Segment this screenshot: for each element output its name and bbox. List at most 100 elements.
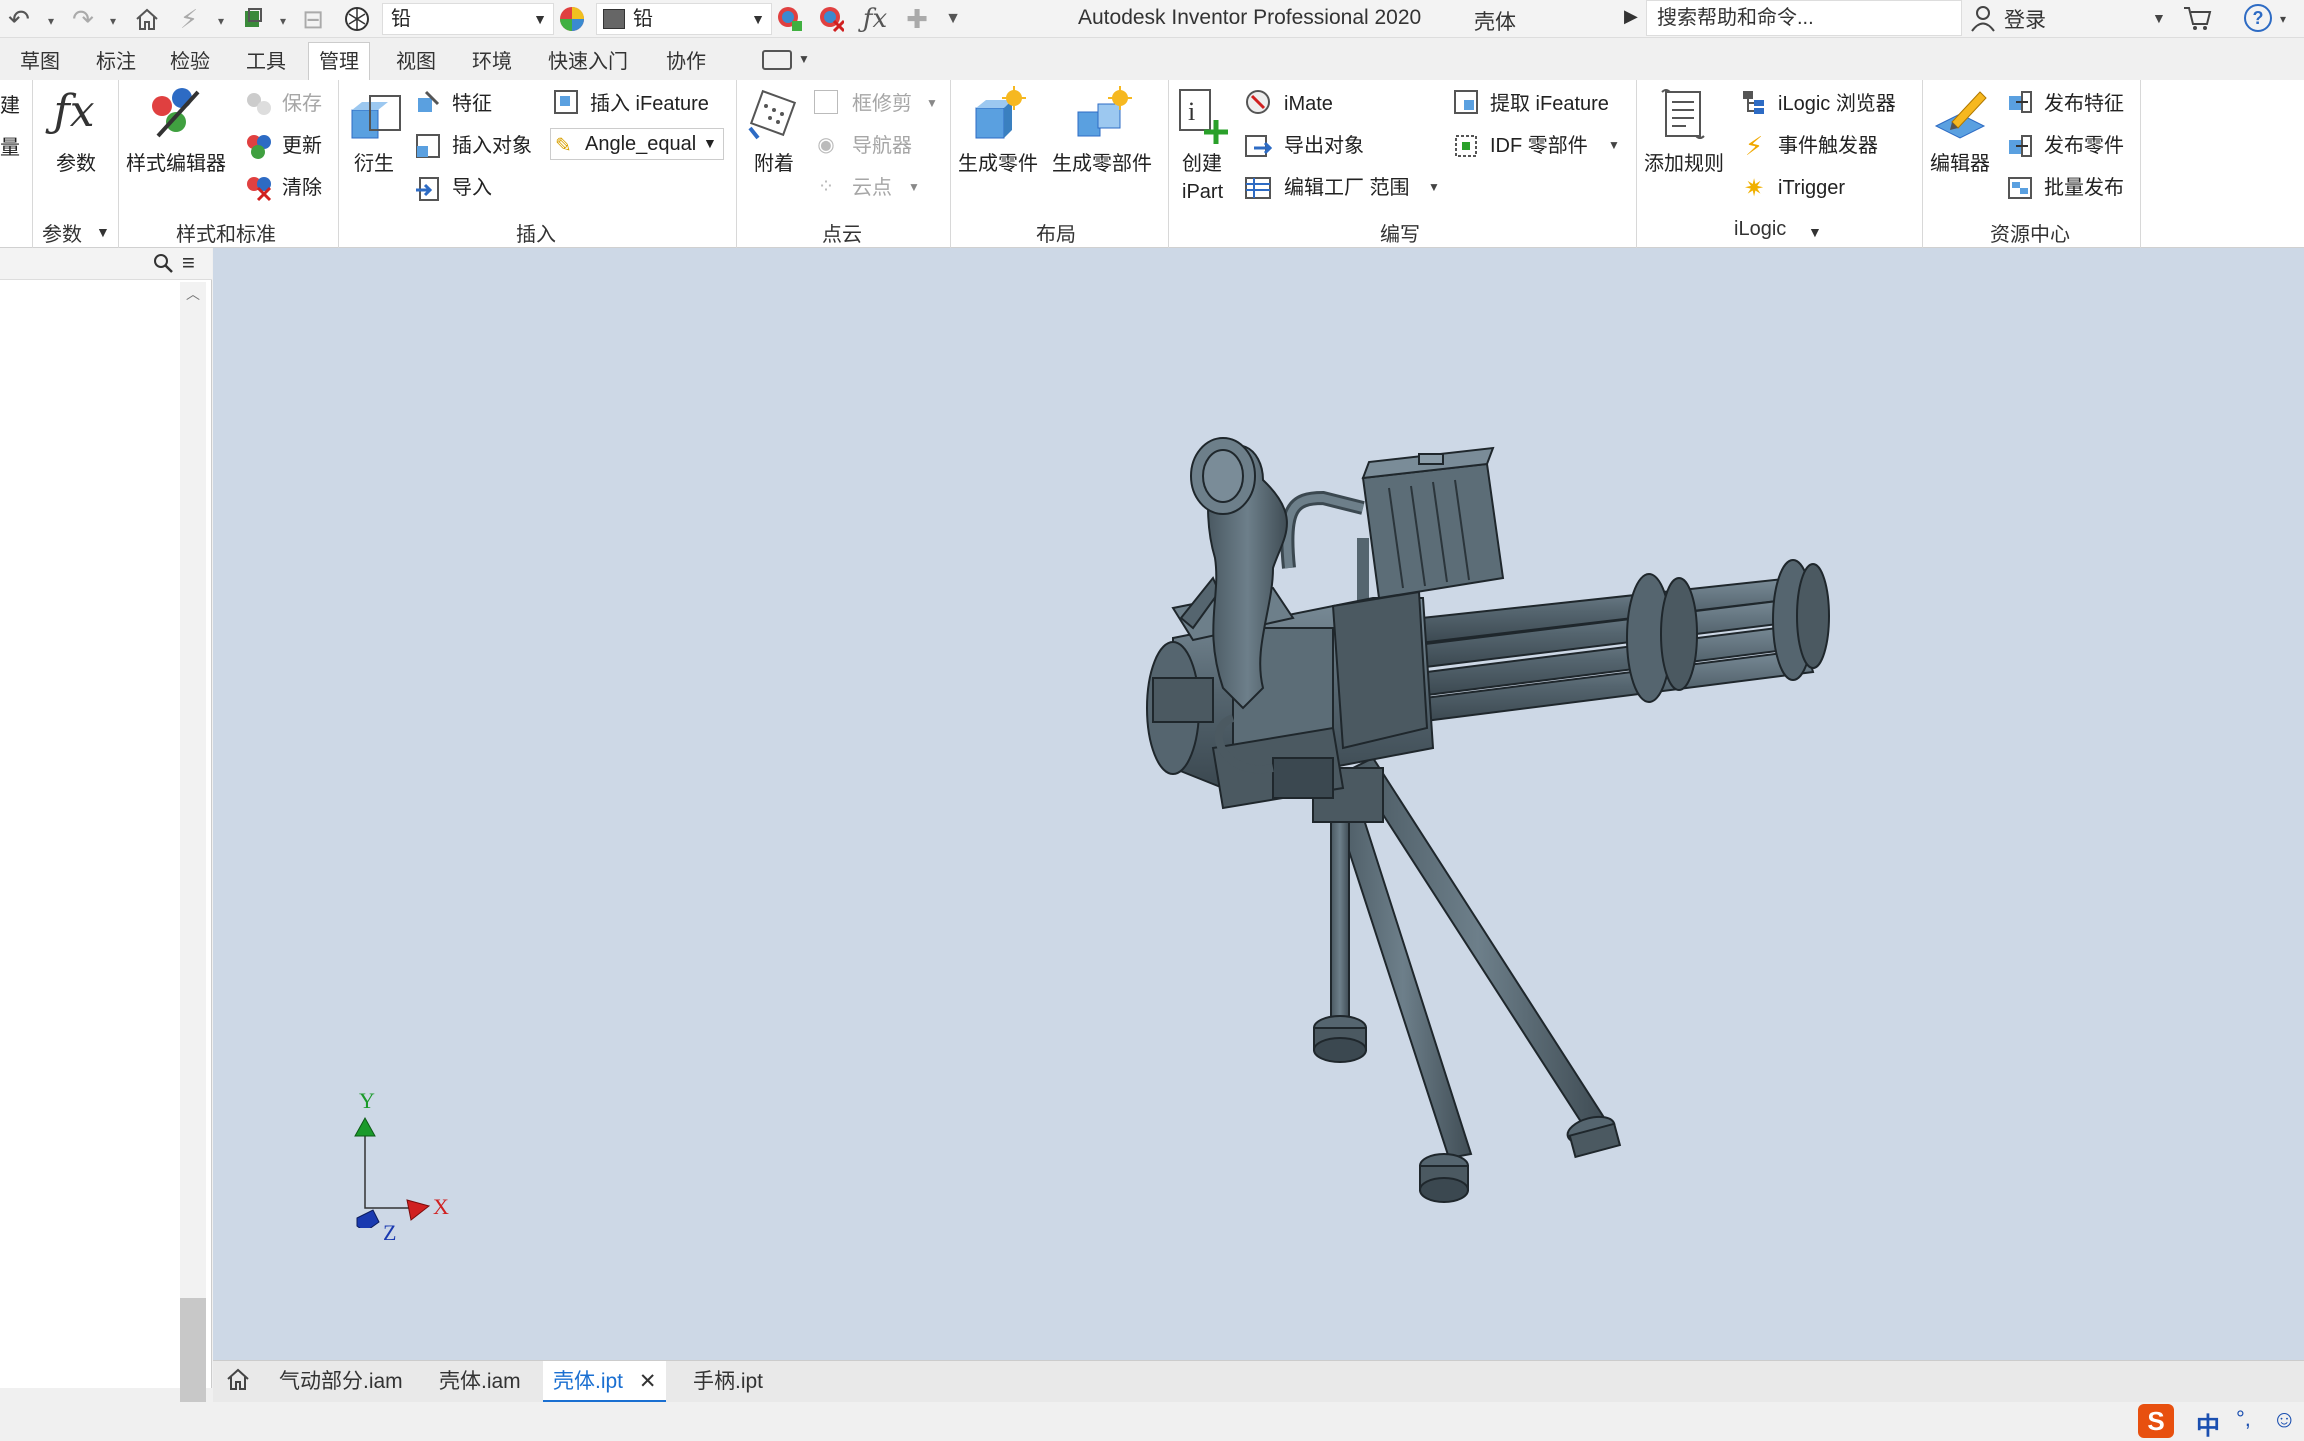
ilogic-browser-button[interactable]: iLogic 浏览器 — [1778, 92, 1896, 116]
search-icon[interactable] — [152, 252, 174, 279]
update-style-button[interactable]: 更新 — [282, 134, 322, 158]
points-dropdown-icon[interactable]: ▼ — [908, 180, 920, 194]
user-icon[interactable] — [1970, 4, 1996, 37]
doc-tab-shell-asm[interactable]: 壳体.iam — [439, 1361, 521, 1403]
ime-mode[interactable]: 中 — [2196, 1406, 2220, 1441]
idf-button[interactable]: IDF 零部件 — [1490, 134, 1588, 158]
partial-label-top[interactable]: 建 — [0, 94, 20, 118]
scrollbar-thumb[interactable] — [180, 1298, 206, 1404]
crop-button[interactable]: 框修剪 — [852, 92, 912, 116]
add-rule-icon[interactable] — [1656, 86, 1714, 144]
tab-manage[interactable]: 管理 — [308, 42, 370, 80]
tab-inspect[interactable]: 检验 — [160, 38, 220, 80]
imate-button[interactable]: iMate — [1284, 92, 1333, 116]
make-part-button[interactable]: 生成零件 — [958, 152, 1038, 176]
insert-ifeature-button[interactable]: 插入 iFeature — [590, 92, 709, 116]
help-icon[interactable]: ? — [2244, 4, 2272, 32]
factory-scope-dropdown-icon[interactable]: ▼ — [1428, 180, 1440, 194]
chevron-down-icon[interactable]: ▼ — [96, 224, 110, 240]
search-input[interactable]: 搜索帮助和命令... — [1646, 0, 1962, 36]
update-icon[interactable]: ⚡ — [176, 4, 202, 34]
parameters-button[interactable]: 参数 — [56, 152, 96, 176]
derive-icon[interactable] — [348, 90, 406, 146]
import-button[interactable]: 导入 — [452, 176, 492, 200]
create-ipart-label-1[interactable]: 创建 — [1182, 152, 1222, 176]
appearance-icon[interactable] — [558, 6, 584, 32]
export-object-button[interactable]: 导出对象 — [1284, 134, 1364, 158]
home-tab-icon[interactable] — [225, 1365, 251, 1407]
extract-ifeature-button[interactable]: 提取 iFeature — [1490, 92, 1609, 116]
style-editor-icon[interactable] — [148, 84, 206, 142]
clear-appearance-icon[interactable] — [818, 6, 844, 33]
panel-title-parameters[interactable]: 参数 — [42, 218, 82, 247]
ifeature-dropdown[interactable]: ✎ Angle_equal ▼ — [550, 128, 724, 160]
partial-label-bottom[interactable]: 量 — [0, 136, 20, 160]
points-button[interactable]: 云点 — [852, 176, 892, 200]
ime-punct[interactable]: °, — [2236, 1406, 2251, 1432]
cart-icon[interactable] — [2182, 4, 2212, 37]
fx-icon[interactable]: ƒx — [862, 4, 888, 34]
make-components-icon[interactable] — [1072, 86, 1132, 144]
event-trigger-button[interactable]: 事件触发器 — [1778, 134, 1878, 158]
cc-editor-button[interactable]: 编辑器 — [1930, 152, 1990, 176]
view-axis-triad[interactable]: Y X Z — [333, 1088, 453, 1245]
tab-annotate[interactable]: 标注 — [86, 38, 146, 80]
menu-icon[interactable]: ≡ — [182, 250, 195, 276]
ime-logo-icon[interactable]: S — [2138, 1404, 2174, 1438]
login-dropdown-icon[interactable]: ▼ — [2152, 10, 2166, 26]
fx-parameters-icon[interactable]: ƒx — [44, 86, 104, 137]
doc-tab-pneumatic[interactable]: 气动部分.iam — [279, 1361, 403, 1403]
style-editor-button[interactable]: 样式编辑器 — [126, 152, 226, 176]
ribbon-display-icon[interactable] — [762, 50, 792, 70]
appearance-select[interactable]: 铅 ▼ — [596, 3, 772, 35]
purge-style-button[interactable]: 清除 — [282, 176, 322, 200]
adjust-appearance-icon[interactable] — [776, 6, 802, 32]
minigun-model[interactable] — [213, 248, 2304, 1360]
doc-tab-shell-part[interactable]: 壳体.ipt ✕ — [543, 1361, 667, 1403]
publish-feature-button[interactable]: 发布特征 — [2044, 92, 2124, 116]
material-icon[interactable] — [344, 6, 370, 32]
derive-button[interactable]: 衍生 — [354, 152, 394, 176]
measure-icon[interactable]: ⊟ — [300, 4, 326, 34]
doc-tab-handle[interactable]: 手柄.ipt — [693, 1361, 763, 1403]
select-dropdown-icon[interactable]: ▾ — [280, 14, 286, 28]
update-dropdown-icon[interactable]: ▾ — [218, 14, 224, 28]
idf-dropdown-icon[interactable]: ▼ — [1608, 138, 1620, 152]
attach-button[interactable]: 附着 — [754, 152, 794, 176]
customize-icon[interactable]: ▼ — [940, 6, 966, 32]
publish-part-button[interactable]: 发布零件 — [2044, 134, 2124, 158]
redo-icon[interactable]: ↷ — [70, 4, 96, 34]
create-ipart-label-2[interactable]: iPart — [1182, 180, 1223, 204]
scroll-up-icon[interactable]: ︿ — [186, 284, 200, 304]
plus-icon[interactable]: ✚ — [904, 4, 930, 34]
insert-object-button[interactable]: 插入对象 — [452, 134, 532, 158]
tab-collaborate[interactable]: 协作 — [656, 38, 716, 80]
tab-get-started[interactable]: 快速入门 — [538, 38, 638, 80]
login-link[interactable]: 登录 — [2004, 4, 2046, 34]
ribbon-display-dropdown-icon[interactable]: ▼ — [798, 52, 810, 66]
graphics-viewport[interactable]: Y X Z — [213, 248, 2304, 1360]
batch-publish-button[interactable]: 批量发布 — [2044, 176, 2124, 200]
make-components-button[interactable]: 生成零部件 — [1052, 152, 1152, 176]
navigator-button[interactable]: 导航器 — [852, 134, 912, 158]
itrigger-button[interactable]: iTrigger — [1778, 176, 1845, 200]
panel-title-ilogic[interactable]: iLogic — [1734, 218, 1786, 241]
tab-sketch[interactable]: 草图 — [10, 38, 70, 80]
factory-scope-button[interactable]: 编辑工厂 范围 — [1284, 176, 1410, 200]
tab-tools[interactable]: 工具 — [236, 38, 296, 80]
home-icon[interactable] — [134, 6, 160, 32]
help-dropdown-icon[interactable]: ▾ — [2280, 12, 2286, 26]
undo-dropdown-icon[interactable]: ▾ — [48, 14, 54, 28]
tab-view[interactable]: 视图 — [386, 38, 446, 80]
make-part-icon[interactable] — [968, 86, 1028, 144]
crop-dropdown-icon[interactable]: ▼ — [926, 96, 938, 110]
undo-icon[interactable]: ↶ — [6, 4, 32, 34]
redo-dropdown-icon[interactable]: ▾ — [110, 14, 116, 28]
create-ipart-icon[interactable]: i — [1176, 84, 1230, 146]
chevron-right-icon[interactable]: ▶ — [1624, 6, 1638, 27]
cc-editor-icon[interactable] — [1930, 86, 1990, 144]
attach-pointcloud-icon[interactable] — [744, 88, 802, 144]
tab-environments[interactable]: 环境 — [462, 38, 522, 80]
save-style-button[interactable]: 保存 — [282, 92, 322, 116]
emoji-icon[interactable]: ☺ — [2272, 1406, 2297, 1434]
